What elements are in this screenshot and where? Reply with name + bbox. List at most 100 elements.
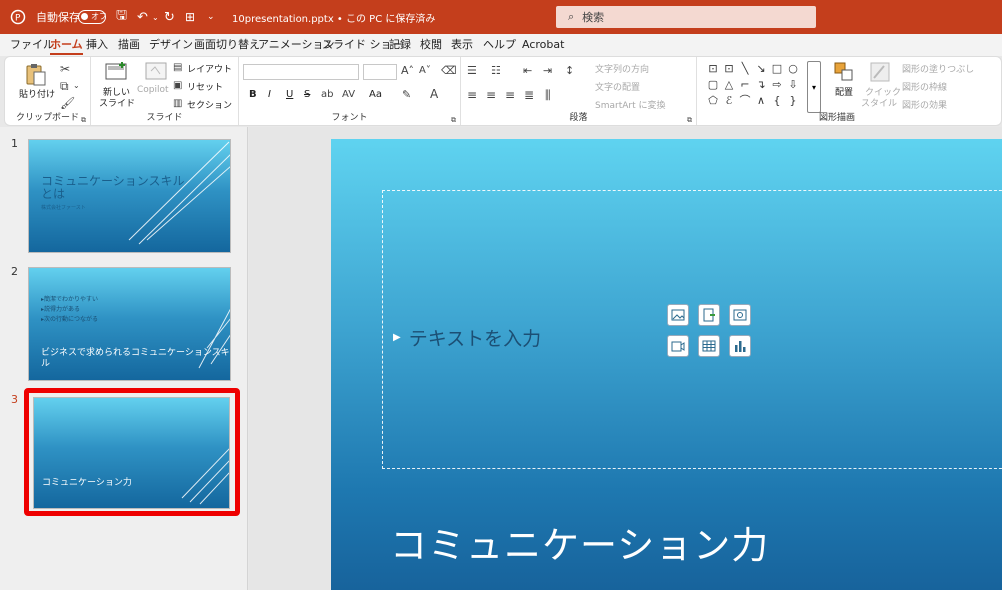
tab-view[interactable]: 表示 [451,34,473,56]
customize-qat-icon[interactable]: ⌄ [207,0,215,34]
cut-icon[interactable]: ✂ [60,62,70,76]
filename-chevron-icon[interactable]: ⌄ [398,0,406,34]
paragraph-launcher-icon[interactable]: ⧉ [687,113,692,127]
clear-formatting-icon[interactable]: ⌫ [441,64,457,78]
bullets-icon[interactable]: ☰ [467,64,477,78]
oval-shape-icon[interactable]: ○ [785,61,801,77]
undo-dropdown-icon[interactable]: ⌄ [152,0,159,34]
layout-label[interactable]: レイアウト [187,62,232,75]
redo-icon[interactable]: ↻ [164,0,175,34]
new-slide-icon[interactable] [105,61,127,83]
tab-acrobat[interactable]: Acrobat [522,34,564,56]
shapes-more-icon[interactable]: ▾ [807,61,821,113]
right-arrow-shape-icon[interactable]: ⇨ [769,77,785,93]
quick-styles-label-2[interactable]: スタイル [861,96,897,109]
italic-button[interactable]: I [268,89,271,100]
tab-file[interactable]: ファイル [10,34,54,56]
arc-shape-icon[interactable]: ∧ [753,93,769,109]
current-slide[interactable]: ▶ テキストを入力 コミュニケーション力 [331,139,1002,590]
new-slide-label-2[interactable]: スライド [99,96,135,109]
arrange-label[interactable]: 配置 [835,85,853,98]
save-icon[interactable]: 🖫 [116,0,127,34]
reset-label[interactable]: リセット [187,80,223,93]
insert-stock-images-icon[interactable] [729,304,751,326]
curve-shape-icon[interactable]: ⌒ [737,93,753,109]
tab-draw[interactable]: 描画 [118,34,140,56]
align-right-icon[interactable]: ≡ [505,88,515,102]
strikethrough-button[interactable]: S [304,89,310,100]
underline-button[interactable]: U [286,89,293,100]
font-size-dropdown[interactable] [363,64,397,80]
decrease-indent-icon[interactable]: ⇤ [523,64,532,78]
search-box[interactable]: ⌕ 検索 [556,6,816,28]
layout-icon[interactable]: ▤ [173,61,182,75]
copy-icon[interactable]: ⧉ [60,79,69,93]
grow-font-icon[interactable]: A˄ [401,64,414,78]
tab-help[interactable]: ヘルプ [483,34,516,56]
freeform-shape-icon[interactable]: ⬠ [705,93,721,109]
font-family-dropdown[interactable] [243,64,359,80]
quick-styles-icon[interactable] [869,61,891,83]
insert-icons-icon[interactable] [698,304,720,326]
tab-transitions[interactable]: 画面切り替え [194,34,260,56]
highlight-icon[interactable]: ✎ [402,88,411,102]
increase-indent-icon[interactable]: ⇥ [543,64,552,78]
shape-fill-button[interactable]: 図形の塗りつぶし [902,62,974,75]
drawing-group-label: 図形描画 [819,113,856,123]
placeholder-prompt[interactable]: ▶ テキストを入力 [393,324,541,351]
rounded-rect-shape-icon[interactable]: ▢ [705,77,721,93]
present-icon[interactable]: ⊞ [185,0,195,34]
align-left-icon[interactable]: ≡ [467,88,477,102]
arrange-icon[interactable] [833,61,855,83]
slide-thumbnail-1[interactable]: コミュニケーションスキル とは 株式会社ファースト [28,139,231,253]
tab-insert[interactable]: 挿入 [86,34,108,56]
arrow-line-shape-icon[interactable]: ↘ [753,61,769,77]
reset-icon[interactable]: ▣ [173,79,182,93]
shapes-gallery[interactable]: ⊡ ⊡ ╲ ↘ □ ○▢ △ ⌐ ↴ ⇨ ⇩⬠ ℰ ⌒ ∧{} [705,61,805,109]
copy-dropdown-icon[interactable]: ⌄ [73,79,80,93]
paste-label[interactable]: 貼り付け [19,87,55,100]
font-color-icon[interactable]: A [430,87,438,101]
font-launcher-icon[interactable]: ⧉ [451,113,456,127]
shrink-font-icon[interactable]: A˅ [419,64,431,78]
elbow-connector-shape-icon[interactable]: ⌐ [737,77,753,93]
format-painter-icon[interactable]: 🖌 [60,96,75,110]
right-brace-shape-icon[interactable]: } [785,93,801,109]
slide-thumbnail-2[interactable]: ▸簡潔でわかりやすい ▸説得力がある ▸次の行動につながる ビジネスで求められる… [28,267,231,381]
elbow-arrow-shape-icon[interactable]: ↴ [753,77,769,93]
section-icon[interactable]: ▥ [173,97,182,111]
textbox-shape-icon[interactable]: ⊡ [705,61,721,77]
columns-icon[interactable]: ⫼ [545,88,551,102]
tab-home[interactable]: ホーム [50,34,83,56]
tab-record[interactable]: 記録 [389,34,411,56]
paste-icon[interactable] [25,63,47,86]
left-brace-shape-icon[interactable]: { [769,93,785,109]
scribble-shape-icon[interactable]: ℰ [721,93,737,109]
shape-outline-button[interactable]: 図形の枠線 [902,80,947,93]
align-center-icon[interactable]: ≡ [486,88,496,102]
insert-chart-icon[interactable] [729,335,751,357]
triangle-shape-icon[interactable]: △ [721,77,737,93]
change-case-button[interactable]: Aa [369,89,382,100]
tab-review[interactable]: 校閲 [420,34,442,56]
line-spacing-icon[interactable]: ↕ [565,64,574,78]
text-direction-button[interactable]: 文字列の方向 [595,62,649,75]
undo-icon[interactable]: ↶ [137,0,148,34]
insert-picture-icon[interactable] [667,304,689,326]
align-text-button[interactable]: 文字の配置 [595,80,640,93]
insert-table-icon[interactable] [698,335,720,357]
insert-video-icon[interactable] [667,335,689,357]
vertical-textbox-shape-icon[interactable]: ⊡ [721,61,737,77]
rectangle-shape-icon[interactable]: □ [769,61,785,77]
tab-design[interactable]: デザイン [149,34,193,56]
down-arrow-shape-icon[interactable]: ⇩ [785,77,801,93]
text-shadow-icon[interactable]: ab [321,88,333,102]
line-shape-icon[interactable]: ╲ [737,61,753,77]
autosave-toggle[interactable]: オフ [74,0,107,34]
justify-icon[interactable]: ≣ [524,88,534,102]
slide-title[interactable]: コミュニケーション力 [390,515,769,569]
character-spacing-icon[interactable]: AV [342,88,355,102]
numbering-icon[interactable]: ☷ [491,64,501,78]
clipboard-launcher-icon[interactable]: ⧉ [81,113,86,127]
bold-button[interactable]: B [249,89,257,100]
